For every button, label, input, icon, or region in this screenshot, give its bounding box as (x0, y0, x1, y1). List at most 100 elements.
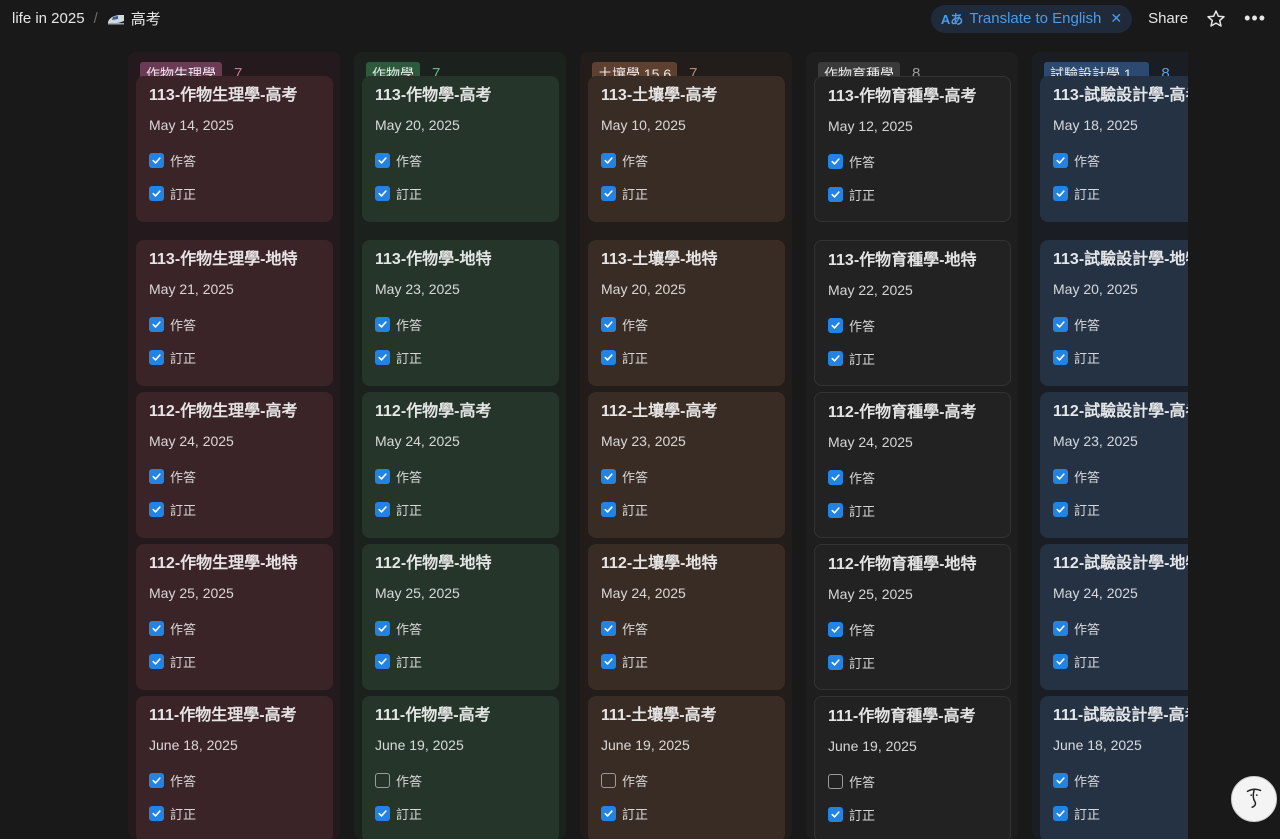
checkbox-checked[interactable] (375, 654, 390, 669)
checkbox-checked[interactable] (601, 186, 616, 201)
checkbox-row-correct: 訂正 (149, 184, 196, 203)
card-title: 112-土壤學-高考 (601, 403, 718, 420)
checkbox-row-correct: 訂正 (1053, 804, 1100, 823)
checkbox-checked[interactable] (149, 153, 164, 168)
board-card[interactable]: 113-土壤學-地特 May 20, 2025 作答 訂正 (588, 240, 785, 386)
board-card[interactable]: 113-作物育種學-地特 May 22, 2025 作答 訂正 (814, 240, 1011, 386)
checkbox-checked[interactable] (1053, 153, 1068, 168)
checkbox-checked[interactable] (828, 154, 843, 169)
checkbox-checked[interactable] (1053, 773, 1068, 788)
checkbox-checked[interactable] (1053, 317, 1068, 332)
card-date: May 25, 2025 (828, 586, 913, 602)
card-title: 113-作物生理學-地特 (149, 251, 298, 268)
checkbox-checked[interactable] (375, 350, 390, 365)
checkbox-checked[interactable] (1053, 654, 1068, 669)
checkbox-label: 訂正 (622, 351, 649, 366)
checkbox-row-answer: 作答 (375, 619, 422, 638)
board-card[interactable]: 113-試驗設計學-高考 May 18, 2025 作答 訂正 (1040, 76, 1188, 222)
board-card[interactable]: 112-試驗設計學-高考 May 23, 2025 作答 訂正 (1040, 392, 1188, 538)
checkbox-checked[interactable] (601, 806, 616, 821)
board-card[interactable]: 112-試驗設計學-地特 May 24, 2025 作答 訂正 (1040, 544, 1188, 690)
board-card[interactable]: 113-作物生理學-高考 May 14, 2025 作答 訂正 (136, 76, 333, 222)
checkbox-checked[interactable] (149, 186, 164, 201)
board-card[interactable]: 113-作物育種學-高考 May 12, 2025 作答 訂正 (814, 76, 1011, 222)
breadcrumb-page[interactable]: 高考 (131, 8, 161, 29)
translate-button[interactable]: Aあ Translate to English ✕ (930, 4, 1133, 33)
board-card[interactable]: 113-土壤學-高考 May 10, 2025 作答 訂正 (588, 76, 785, 222)
checkbox-unchecked[interactable] (828, 774, 843, 789)
checkbox-checked[interactable] (375, 317, 390, 332)
card-title: 112-作物生理學-地特 (149, 555, 298, 572)
checkbox-checked[interactable] (601, 654, 616, 669)
board-card[interactable]: 112-土壤學-高考 May 23, 2025 作答 訂正 (588, 392, 785, 538)
checkbox-checked[interactable] (1053, 806, 1068, 821)
checkbox-checked[interactable] (828, 503, 843, 518)
board-card[interactable]: 112-作物學-高考 May 24, 2025 作答 訂正 (362, 392, 559, 538)
checkbox-checked[interactable] (375, 502, 390, 517)
board-card[interactable]: 111-土壤學-高考 June 19, 2025 作答 訂正 (588, 696, 785, 839)
board-card[interactable]: 112-土壤學-地特 May 24, 2025 作答 訂正 (588, 544, 785, 690)
board-card[interactable]: 111-作物生理學-高考 June 18, 2025 作答 訂正 (136, 696, 333, 839)
checkbox-row-answer: 作答 (375, 467, 422, 486)
checkbox-checked[interactable] (149, 502, 164, 517)
checkbox-checked[interactable] (1053, 621, 1068, 636)
checkbox-checked[interactable] (601, 350, 616, 365)
checkbox-row-correct: 訂正 (375, 500, 422, 519)
checkbox-unchecked[interactable] (601, 773, 616, 788)
checkbox-row-correct: 訂正 (601, 652, 648, 671)
checkbox-checked[interactable] (1053, 469, 1068, 484)
board-card[interactable]: 113-作物學-地特 May 23, 2025 作答 訂正 (362, 240, 559, 386)
checkbox-checked[interactable] (828, 655, 843, 670)
board-card[interactable]: 111-試驗設計學-高考 June 18, 2025 作答 訂正 (1040, 696, 1188, 839)
star-icon[interactable] (1206, 9, 1226, 29)
checkbox-label: 作答 (396, 470, 423, 485)
checkbox-checked[interactable] (601, 621, 616, 636)
checkbox-checked[interactable] (375, 153, 390, 168)
checkbox-checked[interactable] (1053, 502, 1068, 517)
board-card[interactable]: 112-作物生理學-地特 May 25, 2025 作答 訂正 (136, 544, 333, 690)
checkbox-checked[interactable] (828, 318, 843, 333)
board-card[interactable]: 112-作物育種學-地特 May 25, 2025 作答 訂正 (814, 544, 1011, 690)
checkbox-unchecked[interactable] (375, 773, 390, 788)
board-card[interactable]: 112-作物生理學-高考 May 24, 2025 作答 訂正 (136, 392, 333, 538)
board-card[interactable]: 111-作物育種學-高考 June 19, 2025 作答 訂正 (814, 696, 1011, 839)
checkbox-checked[interactable] (828, 470, 843, 485)
breadcrumb-root[interactable]: life in 2025 (12, 10, 85, 27)
board-card[interactable]: 113-作物學-高考 May 20, 2025 作答 訂正 (362, 76, 559, 222)
help-button[interactable] (1231, 776, 1277, 822)
checkbox-checked[interactable] (828, 807, 843, 822)
checkbox-checked[interactable] (149, 621, 164, 636)
checkbox-checked[interactable] (828, 351, 843, 366)
more-options-icon[interactable]: ••• (1244, 8, 1266, 29)
checkbox-checked[interactable] (375, 186, 390, 201)
checkbox-label: 作答 (622, 622, 649, 637)
checkbox-checked[interactable] (601, 153, 616, 168)
board-card[interactable]: 112-作物學-地特 May 25, 2025 作答 訂正 (362, 544, 559, 690)
checkbox-checked[interactable] (149, 654, 164, 669)
share-button[interactable]: Share (1148, 10, 1188, 27)
checkbox-label: 訂正 (396, 807, 423, 822)
card-title: 112-試驗設計學-地特 (1053, 555, 1188, 572)
checkbox-checked[interactable] (149, 469, 164, 484)
checkbox-checked[interactable] (828, 622, 843, 637)
checkbox-checked[interactable] (828, 187, 843, 202)
checkbox-checked[interactable] (149, 317, 164, 332)
board-card[interactable]: 111-作物學-高考 June 19, 2025 作答 訂正 (362, 696, 559, 839)
checkbox-checked[interactable] (375, 806, 390, 821)
close-icon[interactable]: ✕ (1110, 10, 1122, 27)
checkbox-label: 作答 (396, 622, 423, 637)
checkbox-checked[interactable] (375, 621, 390, 636)
board-card[interactable]: 113-作物生理學-地特 May 21, 2025 作答 訂正 (136, 240, 333, 386)
card-title: 113-作物生理學-高考 (149, 87, 298, 104)
board-card[interactable]: 113-試驗設計學-地特 May 20, 2025 作答 訂正 (1040, 240, 1188, 386)
checkbox-checked[interactable] (601, 317, 616, 332)
checkbox-checked[interactable] (149, 773, 164, 788)
checkbox-checked[interactable] (375, 469, 390, 484)
checkbox-checked[interactable] (149, 806, 164, 821)
checkbox-checked[interactable] (1053, 186, 1068, 201)
checkbox-checked[interactable] (1053, 350, 1068, 365)
checkbox-checked[interactable] (149, 350, 164, 365)
checkbox-checked[interactable] (601, 469, 616, 484)
board-card[interactable]: 112-作物育種學-高考 May 24, 2025 作答 訂正 (814, 392, 1011, 538)
checkbox-checked[interactable] (601, 502, 616, 517)
